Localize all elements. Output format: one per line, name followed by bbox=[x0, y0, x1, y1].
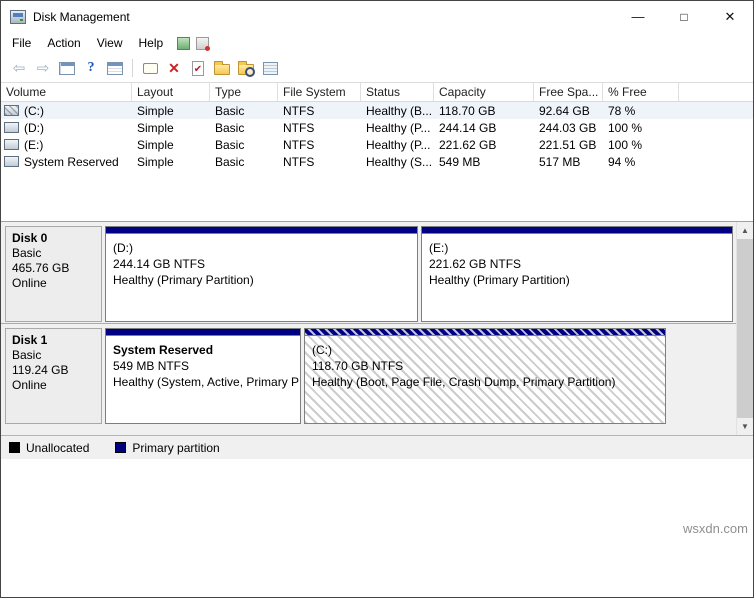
column-header-status[interactable]: Status bbox=[361, 83, 434, 101]
scrollbar-down-icon[interactable]: ▼ bbox=[737, 418, 753, 435]
menu-file[interactable]: File bbox=[4, 32, 39, 54]
column-header-capacity[interactable]: Capacity bbox=[434, 83, 534, 101]
primary-partition-swatch bbox=[115, 442, 126, 453]
primary-partition-strip bbox=[305, 329, 665, 336]
primary-partition-strip bbox=[422, 227, 732, 234]
column-header-type[interactable]: Type bbox=[210, 83, 278, 101]
column-header-file-system[interactable]: File System bbox=[278, 83, 361, 101]
console-tree-icon[interactable] bbox=[56, 57, 78, 79]
partition-d[interactable]: (D:) 244.14 GB NTFS Healthy (Primary Par… bbox=[105, 226, 418, 322]
menu-view[interactable]: View bbox=[89, 32, 131, 54]
partition-e[interactable]: (E:) 221.62 GB NTFS Healthy (Primary Par… bbox=[421, 226, 733, 322]
folder-icon[interactable] bbox=[211, 57, 233, 79]
partition-c-selected[interactable]: (C:) 118.70 GB NTFS Healthy (Boot, Page … bbox=[304, 328, 666, 424]
caption-buttons: — □ ✕ bbox=[615, 1, 753, 32]
scrollbar-up-icon[interactable]: ▲ bbox=[737, 222, 753, 239]
back-icon[interactable]: ⇦ bbox=[8, 57, 30, 79]
watermark-text: wsxdn.com bbox=[683, 521, 748, 536]
help-icon[interactable]: ? bbox=[80, 57, 102, 79]
forward-icon[interactable]: ⇨ bbox=[32, 57, 54, 79]
close-button[interactable]: ✕ bbox=[707, 1, 753, 32]
comment-icon[interactable] bbox=[139, 57, 161, 79]
column-header-pct-free[interactable]: % Free bbox=[603, 83, 679, 101]
menu-action[interactable]: Action bbox=[39, 32, 88, 54]
volume-icon bbox=[4, 156, 19, 167]
column-header-filler bbox=[679, 83, 753, 101]
volume-list-pane: Volume Layout Type File System Status Ca… bbox=[1, 83, 753, 221]
disk-1-row: Disk 1 Basic 119.24 GB Online System Res… bbox=[1, 324, 736, 435]
bottom-strip: wsxdn.com bbox=[1, 459, 753, 597]
primary-partition-strip bbox=[106, 227, 417, 234]
table-row-c[interactable]: (C:) Simple Basic NTFS Healthy (B... 118… bbox=[1, 102, 753, 119]
volume-table-header: Volume Layout Type File System Status Ca… bbox=[1, 83, 753, 102]
toolbar-separator bbox=[132, 59, 133, 77]
folder-search-icon[interactable] bbox=[235, 57, 257, 79]
table-row-e[interactable]: (E:) Simple Basic NTFS Healthy (P... 221… bbox=[1, 136, 753, 153]
graphical-view-area: Disk 0 Basic 465.76 GB Online (D:) 244.1… bbox=[1, 221, 753, 435]
table-row-d[interactable]: (D:) Simple Basic NTFS Healthy (P... 244… bbox=[1, 119, 753, 136]
delete-icon[interactable]: ✕ bbox=[163, 57, 185, 79]
minimize-button[interactable]: — bbox=[615, 1, 661, 32]
disk-0-row: Disk 0 Basic 465.76 GB Online (D:) 244.1… bbox=[1, 222, 736, 324]
legend-unallocated: Unallocated bbox=[9, 441, 89, 455]
toolbar: ⇦ ⇨ ? ✕ ✔ bbox=[1, 54, 753, 83]
disk-0-label-box[interactable]: Disk 0 Basic 465.76 GB Online bbox=[5, 226, 102, 322]
disk-management-icon bbox=[10, 10, 26, 24]
graphical-view-pane: Disk 0 Basic 465.76 GB Online (D:) 244.1… bbox=[1, 222, 736, 435]
legend-bar: Unallocated Primary partition bbox=[1, 435, 753, 459]
column-header-volume[interactable]: Volume bbox=[1, 83, 132, 101]
table-row-system-reserved[interactable]: System Reserved Simple Basic NTFS Health… bbox=[1, 153, 753, 170]
check-document-icon[interactable]: ✔ bbox=[187, 57, 209, 79]
menu-help[interactable]: Help bbox=[131, 32, 172, 54]
volume-icon bbox=[4, 122, 19, 133]
column-header-layout[interactable]: Layout bbox=[132, 83, 210, 101]
volume-icon bbox=[4, 105, 19, 116]
column-header-free-space[interactable]: Free Spa... bbox=[534, 83, 603, 101]
menu-extra-icon-2[interactable] bbox=[196, 37, 209, 50]
partition-system-reserved[interactable]: System Reserved 549 MB NTFS Healthy (Sys… bbox=[105, 328, 301, 424]
disk-management-window: Disk Management — □ ✕ File Action View H… bbox=[0, 0, 754, 598]
vertical-scrollbar: ▲ ▼ bbox=[736, 222, 753, 435]
menu-extra-icon-1[interactable] bbox=[177, 37, 190, 50]
menubar: File Action View Help bbox=[1, 32, 753, 54]
titlebar: Disk Management — □ ✕ bbox=[1, 1, 753, 32]
disk-1-label-box[interactable]: Disk 1 Basic 119.24 GB Online bbox=[5, 328, 102, 424]
primary-partition-strip bbox=[106, 329, 300, 336]
details-view-icon[interactable] bbox=[104, 57, 126, 79]
properties-form-icon[interactable] bbox=[259, 57, 281, 79]
window-title: Disk Management bbox=[33, 10, 130, 24]
maximize-button[interactable]: □ bbox=[661, 1, 707, 32]
scrollbar-thumb[interactable] bbox=[737, 239, 753, 418]
volume-icon bbox=[4, 139, 19, 150]
legend-primary-partition: Primary partition bbox=[115, 441, 219, 455]
unallocated-swatch bbox=[9, 442, 20, 453]
